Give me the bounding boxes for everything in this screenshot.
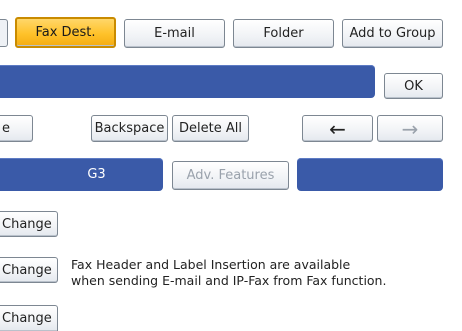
tab-folder-label: Folder [263,26,304,41]
info-note: Fax Header and Label Insertion are avail… [71,257,386,289]
clipped-left-button-label: e [2,121,10,136]
info-note-line-1: Fax Header and Label Insertion are avail… [71,257,351,272]
top-left-edge [0,19,8,47]
fax-line-extra-bar [297,158,443,191]
adv-features-button[interactable]: Adv. Features [172,161,289,190]
ok-button[interactable]: OK [384,73,443,99]
tab-add-to-group[interactable]: Add to Group [342,19,443,48]
change-button-3-label: Change [2,311,52,326]
change-button-3[interactable]: Change [0,305,58,331]
tab-folder[interactable]: Folder [233,19,334,48]
adv-features-button-label: Adv. Features [186,168,275,183]
tab-fax-dest-label: Fax Dest. [35,25,96,40]
right-arrow-icon: → [401,116,419,141]
tab-email[interactable]: E-mail [124,19,225,48]
left-arrow-icon: ← [329,116,346,141]
fax-line-label: G3 [87,167,106,182]
destination-display-bar [0,65,375,98]
change-button-1-label: Change [2,216,52,232]
tab-email-label: E-mail [154,26,195,41]
ok-button-label: OK [404,78,423,94]
cursor-right-button[interactable]: → [377,115,443,142]
change-button-1[interactable]: Change [0,211,58,237]
change-button-2-label: Change [2,262,52,278]
change-button-2[interactable]: Change [0,257,58,283]
backspace-button-label: Backspace [94,121,165,136]
tab-fax-dest[interactable]: Fax Dest. [15,17,116,48]
delete-all-button[interactable]: Delete All [172,115,249,142]
backspace-button[interactable]: Backspace [91,115,168,142]
info-note-line-2: when sending E-mail and IP-Fax from Fax … [71,273,387,288]
fax-line-bar[interactable]: G3 [0,158,163,191]
tab-add-to-group-label: Add to Group [349,26,436,41]
delete-all-button-label: Delete All [179,121,242,136]
cursor-left-button[interactable]: ← [302,115,373,142]
clipped-left-button[interactable]: e [0,115,33,142]
